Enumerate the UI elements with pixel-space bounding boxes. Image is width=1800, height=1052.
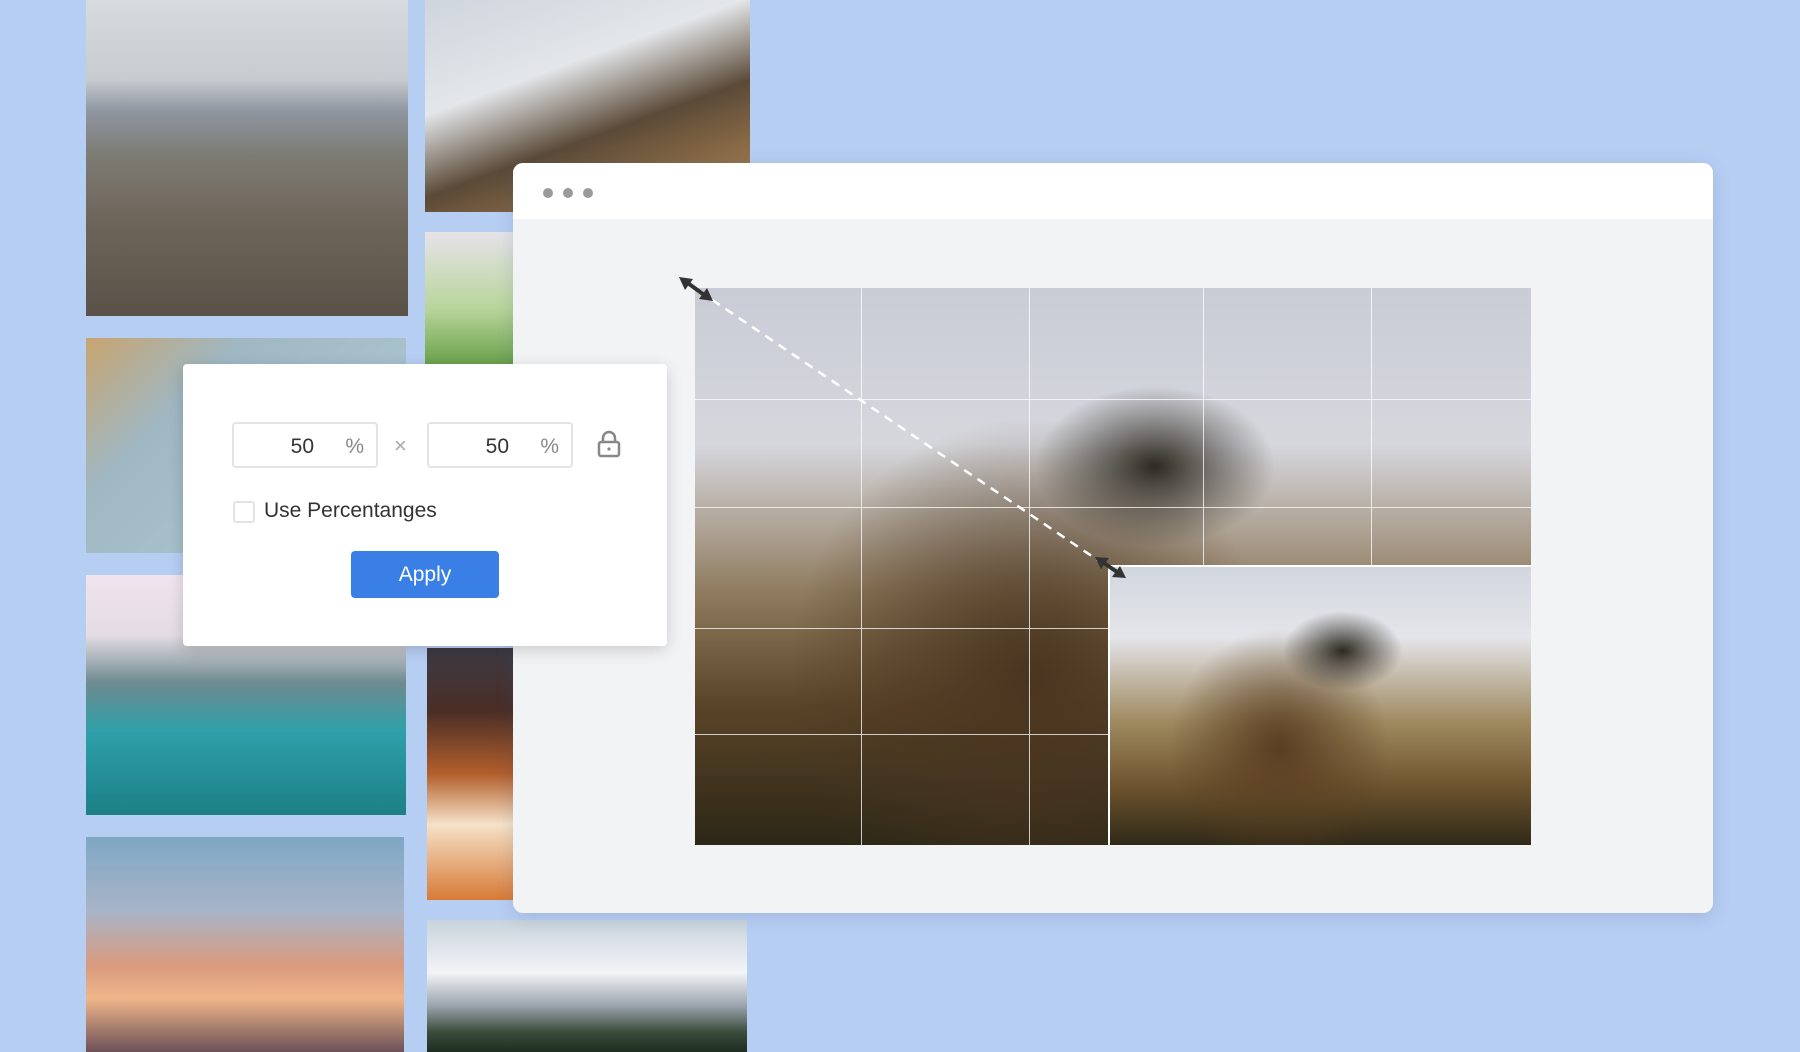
resize-guide [679,277,1126,578]
background-photo-mountains [86,0,408,316]
height-input[interactable]: 50 % [427,422,573,468]
background-photo-sunset-lake [427,648,515,900]
width-input[interactable]: 50 % [232,422,378,468]
resize-dialog: 50 % × 50 % Use Percentanges Apply [183,364,667,646]
width-unit: % [345,435,364,458]
height-value: 50 [485,435,509,458]
background-photo-flowers [425,232,515,372]
resize-handle-top-left-icon[interactable] [679,277,713,301]
lock-icon[interactable] [597,430,621,458]
apply-button[interactable]: Apply [351,551,499,598]
use-percentages-checkbox[interactable] [233,501,255,523]
resize-handle-bottom-right-icon[interactable] [1095,557,1126,578]
background-photo-sunset-sky [86,837,404,1052]
background-photo-snowy-peak [427,920,747,1052]
resize-dashed-line [698,289,1106,567]
use-percentages-label[interactable]: Use Percentanges [264,499,437,523]
width-value: 50 [290,435,314,458]
height-unit: % [540,435,559,458]
times-icon: × [394,433,407,458]
editor-window [513,163,1713,913]
